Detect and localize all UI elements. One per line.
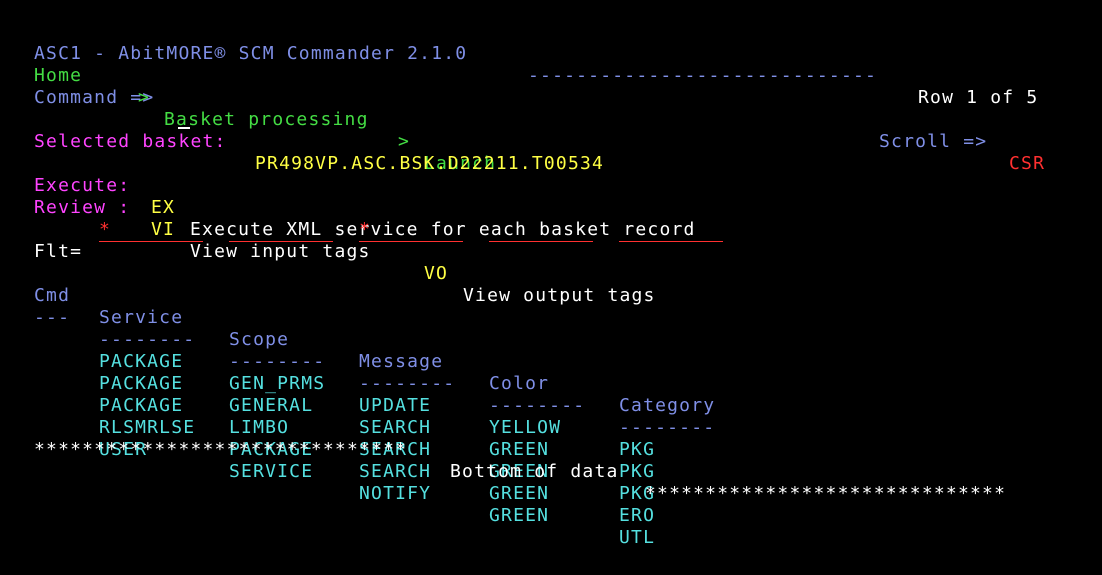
cell-category: PKG (619, 461, 656, 482)
filter-service-input[interactable]: * (99, 219, 203, 242)
command-row: Command => Scroll => CSR (34, 65, 1044, 174)
cell-category: UTL (619, 527, 656, 548)
cell-scope: SERVICE (229, 461, 314, 482)
terminal-screen: ASC1 - AbitMORE® SCM Commander 2.1.0 ---… (0, 0, 1102, 575)
cell-category: ERO (619, 505, 656, 526)
table-header: Cmd Service Scope Message Color Category (34, 263, 1064, 416)
table-row: PACKAGE GEN_PRMS UPDATE YELLOW PKG (34, 307, 1064, 460)
cell-color: GREEN (489, 439, 550, 460)
bottom-stars-left: ******************************* (34, 439, 408, 460)
breadcrumb-separator: > (398, 131, 411, 152)
table-row: RLSMRLSE PACKAGE SEARCH GREEN ERO (34, 373, 1064, 526)
scroll-label: Scroll => (879, 131, 988, 152)
selected-basket-label: Selected basket: (34, 131, 227, 152)
cell-color: GREEN (489, 483, 550, 504)
scroll-input[interactable]: CSR (1009, 153, 1045, 175)
review-vi-description: View input tags (190, 241, 371, 262)
execute-row: Execute: EX Execute XML service for each… (34, 153, 694, 240)
selected-basket-row: Selected basket: PR498VP.ASC.BSK.D22211.… (34, 109, 603, 174)
text-cursor (178, 127, 190, 129)
filter-label: Flt= (34, 241, 83, 262)
table-row: USER SERVICE NOTIFY GREEN UTL (34, 395, 1064, 548)
filter-row: Flt= * * (34, 219, 1064, 262)
execute-code: EX (151, 197, 176, 218)
selected-basket-value: PR498VP.ASC.BSK.D22211.T00534 (255, 153, 605, 174)
table-separator-row: --- -------- -------- -------- -------- … (34, 285, 1064, 438)
filter-scope-input[interactable] (229, 219, 333, 242)
cell-message: SEARCH (359, 461, 432, 482)
review-row: Review : VI View input tags VO View outp… (34, 175, 654, 306)
header-row: ASC1 - AbitMORE® SCM Commander 2.1.0 ---… (34, 21, 1037, 108)
table-row: PACKAGE LIMBO SEARCH GREEN PKG (34, 351, 1064, 504)
filter-color-input[interactable] (489, 219, 593, 242)
command-label: Command => (34, 87, 155, 108)
command-input[interactable] (176, 109, 190, 131)
cell-category: PKG (619, 439, 656, 460)
table-row: PACKAGE GENERAL SEARCH GREEN PKG (34, 329, 1064, 482)
bottom-of-data-label: Bottom of data (450, 461, 619, 482)
bottom-stars-right: ****************************** (645, 483, 1007, 504)
cell-message: NOTIFY (359, 483, 432, 504)
breadcrumb-basket-processing[interactable]: Basket processing (164, 109, 369, 131)
cell-color: GREEN (489, 505, 550, 526)
filter-message-input[interactable]: * (359, 219, 463, 242)
review-label: Review : (34, 197, 131, 218)
bottom-of-data-row: ******************************* Bottom o… (34, 417, 1074, 504)
filter-category-input[interactable] (619, 219, 723, 242)
header-dashes: ----------------------------- (528, 65, 878, 86)
breadcrumb: Home > Basket processing > Launch (34, 43, 495, 174)
row-info: Row 1 of 5 (918, 87, 1039, 108)
app-title: ASC1 - AbitMORE® SCM Commander 2.1.0 (34, 43, 468, 64)
